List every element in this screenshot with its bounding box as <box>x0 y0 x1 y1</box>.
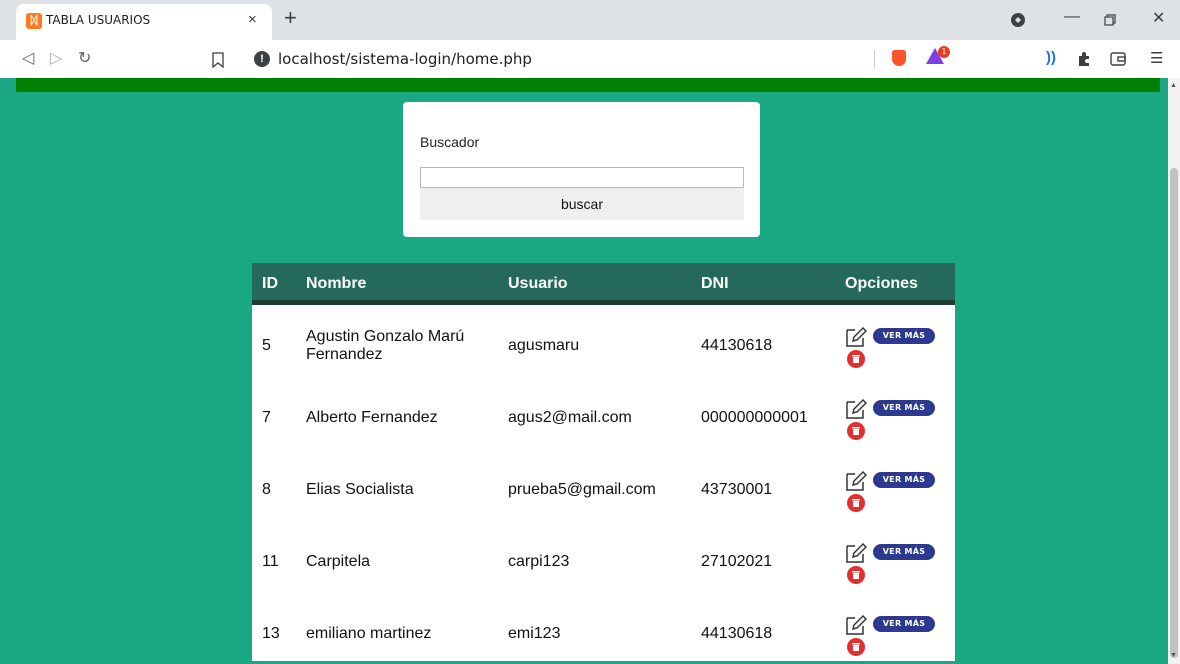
cell-id: 13 <box>262 625 280 642</box>
cell-usuario: agus2@mail.com <box>508 409 632 426</box>
cell-nombre: emiliano martinez <box>306 625 432 642</box>
search-card: Buscador buscar <box>403 102 760 237</box>
minimize-icon[interactable]: — <box>1064 8 1080 26</box>
header-dni: DNI <box>701 275 729 292</box>
browser-tab-strip: ᛞ TABLA USUARIOS × + — ✕ <box>0 0 1180 40</box>
omnibox-divider <box>874 50 875 68</box>
rewards-badge: 1 <box>938 46 950 58</box>
edit-icon[interactable] <box>845 614 867 636</box>
cell-usuario: agusmaru <box>508 337 580 354</box>
site-info-icon[interactable]: ! <box>254 51 270 67</box>
close-tab-icon[interactable]: × <box>248 11 257 28</box>
cell-usuario: prueba5@gmail.com <box>508 481 656 498</box>
url-text[interactable]: localhost/sistema-login/home.php <box>278 50 532 68</box>
search-label: Buscador <box>420 134 480 150</box>
cell-usuario: emi123 <box>508 625 561 642</box>
cell-id: 8 <box>262 481 271 498</box>
page-content: Buscador buscar ID Nombre Usuario DNI Op… <box>0 78 1168 664</box>
profile-icon[interactable] <box>1010 12 1026 28</box>
browser-toolbar: ◁ ▷ ↻ ! localhost/sistema-login/home.php… <box>0 40 1180 78</box>
cell-id: 5 <box>262 337 271 354</box>
cell-usuario: carpi123 <box>508 553 570 570</box>
edit-icon[interactable] <box>845 398 867 420</box>
search-input[interactable] <box>420 167 744 188</box>
cell-nombre: Agustin Gonzalo Marú Fernandez <box>306 328 465 363</box>
menu-icon[interactable]: ☰ <box>1150 49 1163 67</box>
extensions-icon[interactable] <box>1076 51 1092 67</box>
header-usuario: Usuario <box>508 275 568 292</box>
ver-mas-button[interactable]: VER MÁS <box>873 544 935 560</box>
cell-dni: 000000000001 <box>701 409 808 426</box>
delete-icon[interactable] <box>847 566 865 584</box>
brave-shield-icon[interactable] <box>892 50 906 66</box>
search-button[interactable]: buscar <box>420 188 744 220</box>
table-header: ID Nombre Usuario DNI Opciones <box>252 263 955 305</box>
restore-icon[interactable] <box>1104 14 1116 26</box>
header-bar <box>16 78 1160 92</box>
tab-title: TABLA USUARIOS <box>46 13 151 27</box>
back-icon[interactable]: ◁ <box>22 48 34 68</box>
cell-nombre: Elias Socialista <box>306 481 414 498</box>
ver-mas-button[interactable]: VER MÁS <box>873 328 935 344</box>
ver-mas-button[interactable]: VER MÁS <box>873 616 935 632</box>
table-row: 7 Alberto Fernandez agus2@mail.com 00000… <box>252 382 955 454</box>
table-row: 13 emiliano martinez emi123 44130618 VER… <box>252 598 955 664</box>
wallet-icon[interactable] <box>1110 52 1126 66</box>
cell-id: 11 <box>262 553 279 570</box>
cell-dni: 27102021 <box>701 553 773 570</box>
new-tab-button[interactable]: + <box>284 5 297 31</box>
cell-dni: 43730001 <box>701 481 773 498</box>
delete-icon[interactable] <box>847 350 865 368</box>
header-opciones: Opciones <box>845 275 918 292</box>
header-nombre: Nombre <box>306 275 367 292</box>
scroll-down-arrow[interactable]: ▼ <box>1170 652 1177 659</box>
ver-mas-button[interactable]: VER MÁS <box>873 472 935 488</box>
forward-icon[interactable]: ▷ <box>50 48 62 68</box>
scrollbar[interactable]: ▲ ▼ <box>1168 78 1180 664</box>
cell-nombre: Alberto Fernandez <box>306 409 438 426</box>
cast-icon[interactable]: )) <box>1046 49 1056 66</box>
xampp-icon: ᛞ <box>26 13 42 29</box>
address-bar[interactable]: ! localhost/sistema-login/home.php 1 <box>242 44 960 74</box>
cell-dni: 44130618 <box>701 337 773 354</box>
table-row: 8 Elias Socialista prueba5@gmail.com 437… <box>252 454 955 526</box>
delete-icon[interactable] <box>847 422 865 440</box>
scroll-thumb[interactable] <box>1170 168 1178 658</box>
cell-nombre: Carpitela <box>306 553 371 570</box>
cell-id: 7 <box>262 409 271 426</box>
edit-icon[interactable] <box>845 470 867 492</box>
header-id: ID <box>262 275 278 292</box>
cell-dni: 44130618 <box>701 625 773 642</box>
active-tab[interactable]: ᛞ TABLA USUARIOS × <box>16 4 272 40</box>
table-row: 5 Agustin Gonzalo Marú Fernandez agusmar… <box>252 310 955 382</box>
close-window-icon[interactable]: ✕ <box>1152 8 1165 28</box>
table-row: 11 Carpitela carpi123 27102021 VER MÁS <box>252 526 955 598</box>
bookmark-icon[interactable] <box>212 52 224 68</box>
edit-icon[interactable] <box>845 542 867 564</box>
delete-icon[interactable] <box>847 638 865 656</box>
scroll-up-arrow[interactable]: ▲ <box>1170 82 1177 89</box>
delete-icon[interactable] <box>847 494 865 512</box>
edit-icon[interactable] <box>845 326 867 348</box>
reload-icon[interactable]: ↻ <box>78 48 91 68</box>
users-table: ID Nombre Usuario DNI Opciones 5 Agustin… <box>252 263 955 661</box>
ver-mas-button[interactable]: VER MÁS <box>873 400 935 416</box>
